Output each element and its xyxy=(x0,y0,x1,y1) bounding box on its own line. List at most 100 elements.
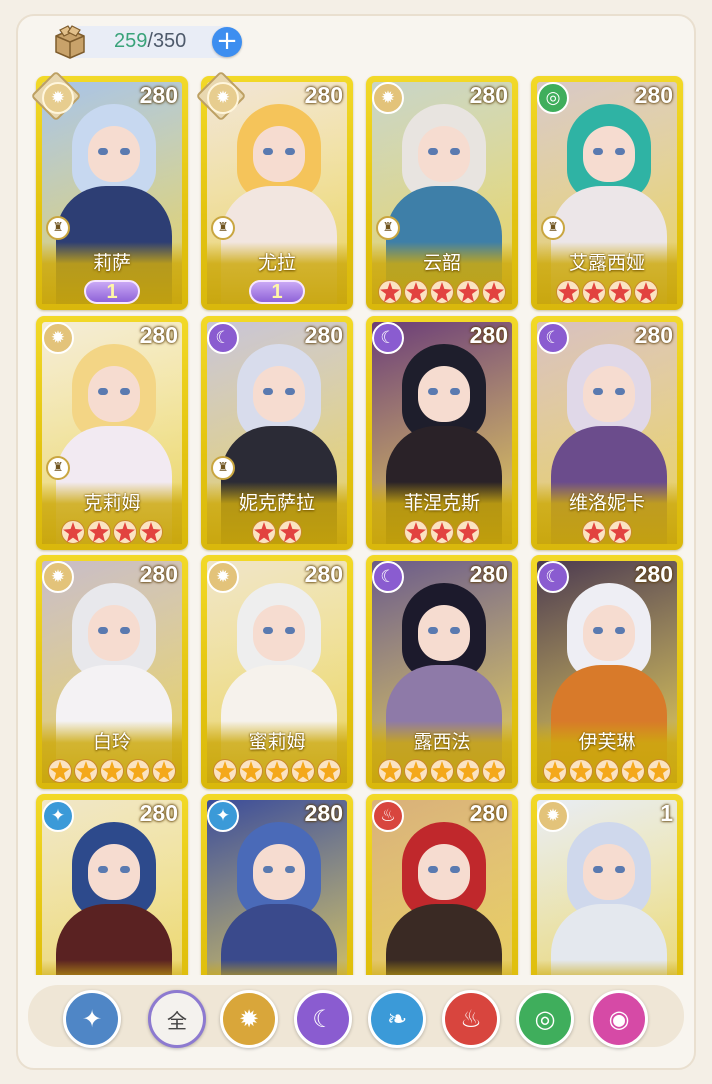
star-icon xyxy=(430,280,454,304)
filter-dark-button[interactable]: ☾ xyxy=(294,990,352,1048)
filter-water-button[interactable]: ❧ xyxy=(368,990,426,1048)
sun-icon: ✹ xyxy=(372,82,404,114)
character-card[interactable]: ✦ 280 xyxy=(201,794,353,975)
character-card[interactable]: ☾ 280 ♜ 妮克萨拉 xyxy=(201,316,353,550)
character-level: 280 xyxy=(139,82,178,108)
character-level: 280 xyxy=(139,561,178,587)
moon-icon: ☾ xyxy=(372,561,404,593)
character-card[interactable]: ✦ 280 xyxy=(36,794,188,975)
star-icon xyxy=(582,520,606,544)
star-rating xyxy=(531,280,683,304)
star-icon xyxy=(621,759,645,783)
star-icon xyxy=(404,280,428,304)
star-icon xyxy=(482,759,506,783)
star-rating xyxy=(531,759,683,783)
star-icon xyxy=(543,759,567,783)
character-card[interactable]: ♨ 280 xyxy=(366,794,518,975)
sun-icon: ✹ xyxy=(537,800,569,832)
filter-label: 全 xyxy=(167,1008,187,1033)
star-icon xyxy=(113,520,137,544)
character-level: 280 xyxy=(304,82,343,108)
awakening-badge: 1 xyxy=(84,280,140,304)
chess-piece-icon: ♜ xyxy=(376,216,400,240)
star-rating xyxy=(36,520,188,544)
star-rating xyxy=(201,759,353,783)
name-band xyxy=(207,960,347,975)
filter-fire-button[interactable]: ♨ xyxy=(442,990,500,1048)
character-level: 280 xyxy=(304,322,343,348)
character-name: 莉萨 xyxy=(92,252,131,274)
star-icon xyxy=(456,759,480,783)
filter-rank-button[interactable]: ✦ xyxy=(63,990,121,1048)
character-grid: ✹ 280 ♜ 莉萨 1 ✹ 280 ♜ 尤拉 1 ✹ 280 ♜ 云韶 ◎ 280 ♜ 艾露西娅 ✹ 280 ♜ 克莉姆… xyxy=(0,0,712,975)
water-drop-icon: ✦ xyxy=(42,800,74,832)
star-icon xyxy=(595,759,619,783)
character-level: 280 xyxy=(304,800,343,826)
star-icon xyxy=(378,280,402,304)
character-card[interactable]: ✹ 280 白玲 xyxy=(36,555,188,789)
star-icon xyxy=(582,280,606,304)
character-level: 280 xyxy=(634,561,673,587)
star-icon xyxy=(378,759,402,783)
character-level: 280 xyxy=(469,82,508,108)
character-name: 克莉姆 xyxy=(83,492,141,514)
sun-icon: ✹ xyxy=(207,561,239,593)
star-icon xyxy=(87,520,111,544)
character-card[interactable]: ☾ 280 伊芙琳 xyxy=(531,555,683,789)
star-icon xyxy=(213,759,237,783)
character-name: 菲涅克斯 xyxy=(403,492,480,514)
character-card[interactable]: ◎ 280 ♜ 艾露西娅 xyxy=(531,76,683,310)
moon-icon: ☾ xyxy=(537,322,569,354)
star-rating xyxy=(36,759,188,783)
star-icon xyxy=(239,759,263,783)
name-band xyxy=(372,960,512,975)
character-card[interactable]: ✹ 1 xyxy=(531,794,683,975)
character-level: 280 xyxy=(469,322,508,348)
star-rating xyxy=(531,520,683,544)
character-card[interactable]: ✹ 280 ♜ 克莉姆 xyxy=(36,316,188,550)
character-level: 280 xyxy=(469,800,508,826)
character-card[interactable]: ☾ 280 露西法 xyxy=(366,555,518,789)
star-rating xyxy=(366,520,518,544)
whirlwind-icon: ◎ xyxy=(537,82,569,114)
awakening-badge: 1 xyxy=(249,280,305,304)
character-name: 艾露西娅 xyxy=(568,252,645,274)
chess-piece-icon: ♜ xyxy=(211,216,235,240)
filter-all-button[interactable]: 全 xyxy=(148,990,206,1048)
star-icon xyxy=(569,759,593,783)
sun-icon: ✹ xyxy=(42,82,74,114)
chess-piece-icon: ♜ xyxy=(541,216,565,240)
character-card[interactable]: ✹ 280 ♜ 莉萨 1 xyxy=(30,70,188,310)
character-card[interactable]: ✹ 280 ♜ 云韶 xyxy=(366,76,518,310)
star-icon xyxy=(126,759,150,783)
star-icon xyxy=(608,520,632,544)
star-icon xyxy=(430,759,454,783)
moon-icon: ☾ xyxy=(537,561,569,593)
orb-icon: ◉ xyxy=(608,1005,630,1033)
sparkle-arrow-icon: ✦ xyxy=(81,1005,103,1033)
character-name: 露西法 xyxy=(413,731,471,753)
star-icon xyxy=(430,520,454,544)
star-icon xyxy=(647,759,671,783)
character-card[interactable]: ☾ 280 菲涅克斯 xyxy=(366,316,518,550)
star-icon xyxy=(100,759,124,783)
filter-light-button[interactable]: ✹ xyxy=(220,990,278,1048)
star-icon xyxy=(608,280,632,304)
character-name: 云韶 xyxy=(422,252,461,274)
character-name: 尤拉 xyxy=(257,252,296,274)
character-card[interactable]: ☾ 280 维洛妮卡 xyxy=(531,316,683,550)
star-icon xyxy=(265,759,289,783)
character-level: 280 xyxy=(139,800,178,826)
star-icon xyxy=(456,520,480,544)
character-card[interactable]: ✹ 280 ♜ 尤拉 1 xyxy=(195,70,353,310)
character-card[interactable]: ✹ 280 蜜莉姆 xyxy=(201,555,353,789)
star-icon xyxy=(278,520,302,544)
character-level: 280 xyxy=(139,322,178,348)
star-rating xyxy=(366,759,518,783)
star-icon xyxy=(74,759,98,783)
filter-wind-button[interactable]: ◎ xyxy=(516,990,574,1048)
filter-arcane-button[interactable]: ◉ xyxy=(590,990,648,1048)
water-drop-icon: ✦ xyxy=(207,800,239,832)
star-icon xyxy=(456,280,480,304)
name-band xyxy=(537,960,677,975)
